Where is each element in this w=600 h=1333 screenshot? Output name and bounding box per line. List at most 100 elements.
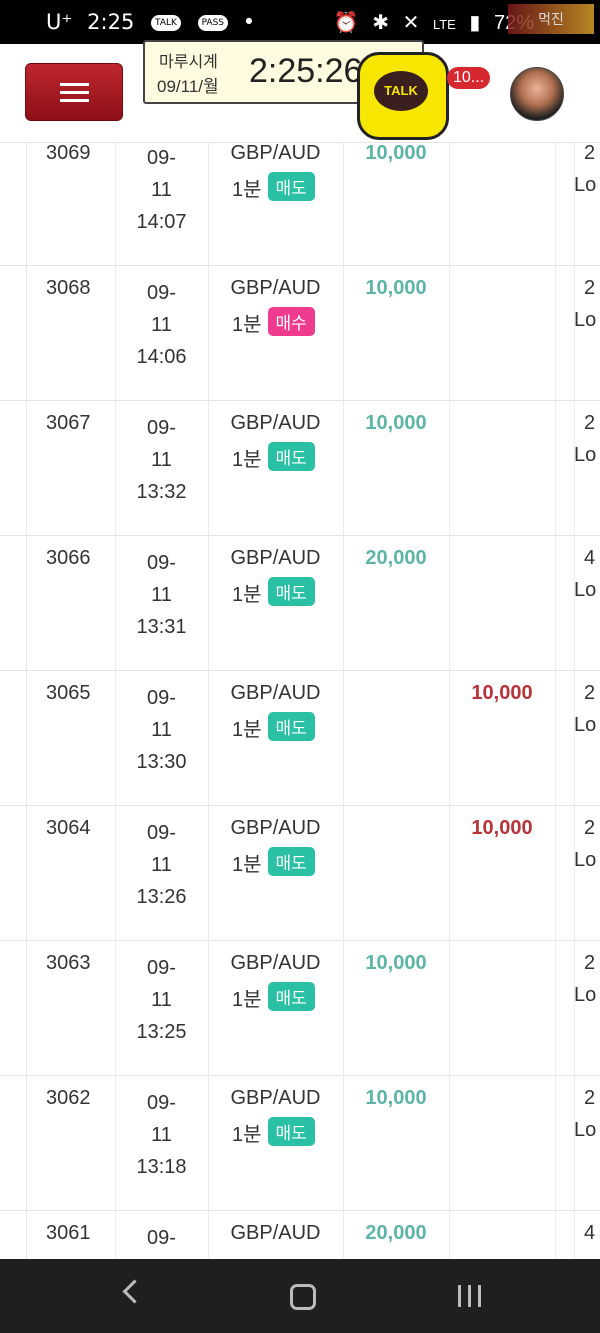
date-line-3: 13:30 [136,751,187,773]
date-line-1: 09- [147,417,176,439]
date-line-2: 11 [151,449,172,471]
table-row[interactable]: 3063 09- 11 13:25 GBP/AUD 1분 매도 10,000 2 … [0,940,600,1076]
table-row[interactable]: 3065 09- 11 13:30 GBP/AUD 1분 매도 10,000 2 … [0,670,600,806]
side-badge: 매수 [267,307,315,336]
cell-pair: GBP/AUD 1분 매도 [208,143,344,265]
result-count: 2 [584,682,596,704]
row-date: 09- 11 13:31 [115,547,208,643]
table-row[interactable]: 3068 09- 11 14:06 GBP/AUD 1분 매수 10,000 2 … [0,265,600,401]
row-date: 09- [115,1222,208,1254]
back-icon[interactable] [122,1279,147,1304]
currency-pair: GBP/AUD [230,1222,321,1244]
cell-loss [449,940,556,1075]
home-icon[interactable] [290,1284,316,1310]
cell-date: 09- 11 14:06 [115,265,209,400]
cell-date: 09- 11 13:30 [115,670,209,805]
row-date: 09- 11 13:26 [115,817,208,913]
date-line-3: 13:31 [136,616,187,638]
kakaotalk-icon[interactable]: TALK [357,52,449,140]
cell-win [343,805,450,940]
trade-detail: 1분 매도 [232,577,315,607]
cell-date: 09- 11 13:32 [115,400,209,535]
cell-spacer [555,400,575,535]
cell-loss [449,1210,556,1259]
table-row[interactable]: 3069 09- 11 14:07 GBP/AUD 1분 매도 10,000 2 … [0,143,600,266]
cell-win: 10,000 [343,265,450,400]
cell-date: 09- 11 13:18 [115,1075,209,1210]
cell-pair: GBP/AUD [208,1210,344,1259]
hamburger-bar [60,91,89,94]
date-line-1: 09- [147,552,176,574]
date-line-3: 14:06 [136,346,187,368]
trade-detail: 1분 매도 [232,982,315,1012]
loss-amount: 10,000 [471,682,533,704]
table-row[interactable]: 3066 09- 11 13:31 GBP/AUD 1분 매도 20,000 4 … [0,535,600,671]
cell-result: 4 Lo [574,535,600,670]
row-date: 09- 11 13:18 [115,1087,208,1183]
currency-pair: GBP/AUD [230,412,321,434]
cell-win: 20,000 [343,535,450,670]
side-badge: 매도 [267,982,315,1011]
result-count: 2 [584,412,596,434]
side-badge: 매도 [267,847,315,876]
row-date: 09- 11 13:32 [115,412,208,508]
cell-result: 2 Lo [574,805,600,940]
cell-loss [449,143,556,265]
date-line-2: 11 [151,1124,172,1146]
cell-win: 10,000 [343,940,450,1075]
side-badge: 매도 [267,712,315,741]
cell-loss [449,265,556,400]
row-number: 3062 [46,1087,91,1109]
cell-date: 09- 11 14:07 [115,143,209,265]
date-line-1: 09- [147,687,176,709]
win-amount: 20,000 [365,1222,427,1244]
date-line-3: 13:26 [136,886,187,908]
status-right: ⏰ ✱ ✕ LTE ▮ 72% [326,10,534,35]
win-amount: 10,000 [365,143,427,164]
trade-detail: 1분 매도 [232,442,315,472]
result-count: 2 [584,1087,596,1109]
trade-detail: 1분 매도 [232,172,315,202]
pass-notification-icon: PASS [197,15,229,31]
cell-no: 3061 [27,1210,116,1259]
cell-result: 2 Lo [574,940,600,1075]
side-badge: 매도 [267,1117,315,1146]
avatar[interactable] [510,67,564,121]
period-label: 1분 [232,1124,262,1146]
currency-pair: GBP/AUD [230,682,321,704]
period-label: 1분 [232,449,262,471]
recent-apps-icon[interactable] [458,1285,482,1307]
cell-win: 10,000 [343,143,450,265]
table-row[interactable]: 3067 09- 11 13:32 GBP/AUD 1분 매도 10,000 2 … [0,400,600,536]
cell-date: 09- 11 13:25 [115,940,209,1075]
row-date: 09- 11 13:25 [115,952,208,1048]
win-amount: 10,000 [365,277,427,299]
cell-result: 2 Lo [574,143,600,265]
currency-pair: GBP/AUD [230,817,321,839]
trade-detail: 1분 매도 [232,1117,315,1147]
row-number: 3069 [46,143,91,164]
result-label: Lo [574,849,597,871]
loss-amount: 10,000 [471,817,533,839]
cell-no: 3062 [27,1075,116,1210]
notification-badge[interactable]: 10... [447,67,491,89]
cell-no: 3068 [27,265,116,400]
table-row[interactable]: 3061 09- GBP/AUD 20,000 4 [0,1210,600,1259]
clock-time: 2:25:26 [249,52,363,90]
period-label: 1분 [232,854,262,876]
row-number: 3068 [46,277,91,299]
currency-pair: GBP/AUD [230,547,321,569]
date-line-2: 11 [151,854,172,876]
cell-win [343,670,450,805]
status-time: 2:25 [87,10,135,34]
cell-result: 2 Lo [574,1075,600,1210]
date-line-2: 11 [151,314,172,336]
cell-no: 3065 [27,670,116,805]
cell-win: 10,000 [343,400,450,535]
table-row[interactable]: 3062 09- 11 13:18 GBP/AUD 1분 매도 10,000 2 … [0,1075,600,1211]
menu-button[interactable] [25,63,123,121]
table-row[interactable]: 3064 09- 11 13:26 GBP/AUD 1분 매도 10,000 2 … [0,805,600,941]
cell-date: 09- 11 13:26 [115,805,209,940]
date-line-2: 11 [151,719,172,741]
alarm-icon: ⏰ [333,12,359,34]
